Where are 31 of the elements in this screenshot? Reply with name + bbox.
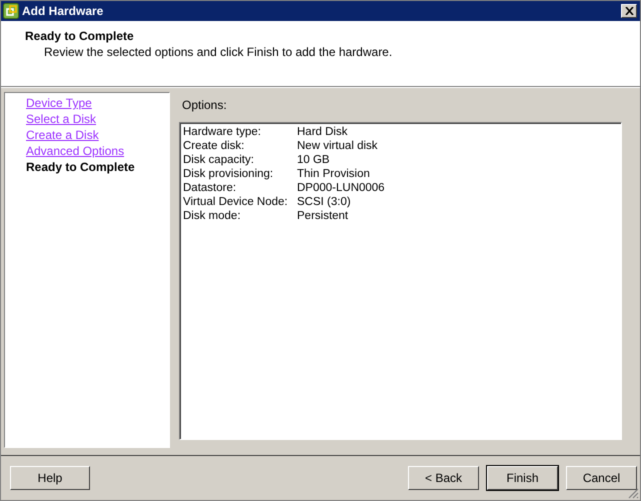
step-link[interactable]: Advanced Options bbox=[26, 143, 169, 159]
page-heading: Ready to Complete bbox=[25, 29, 135, 43]
app-icon bbox=[3, 3, 19, 19]
close-icon bbox=[624, 7, 634, 15]
options-label: Options: bbox=[181, 98, 228, 114]
option-name: Disk provisioning: bbox=[183, 167, 274, 181]
close-button[interactable] bbox=[621, 4, 637, 18]
option-name: Disk capacity: bbox=[183, 153, 255, 167]
option-name: Create disk: bbox=[183, 139, 246, 153]
resize-grip-icon[interactable] bbox=[627, 487, 639, 499]
option-name: Disk mode: bbox=[183, 209, 242, 223]
help-button[interactable]: Help bbox=[10, 466, 90, 490]
option-value: Hard Disk bbox=[297, 125, 348, 139]
option-name: Hardware type: bbox=[183, 125, 262, 139]
option-name: Datastore: bbox=[183, 181, 238, 195]
option-name: Virtual Device Node: bbox=[183, 195, 289, 209]
cancel-button[interactable]: Cancel bbox=[566, 466, 637, 490]
option-value: DP000-LUN0006 bbox=[297, 181, 385, 195]
step-link[interactable]: Create a Disk bbox=[26, 127, 169, 143]
option-value: Persistent bbox=[297, 209, 348, 223]
step-link[interactable]: Device Type bbox=[26, 95, 169, 111]
finish-button[interactable]: Finish bbox=[487, 466, 558, 490]
option-value: 10 GB bbox=[297, 153, 330, 167]
step-link[interactable]: Select a Disk bbox=[26, 111, 169, 127]
back-button[interactable]: < Back bbox=[408, 466, 479, 490]
current-step[interactable]: Ready to Complete bbox=[26, 159, 169, 175]
option-value: Thin Provision bbox=[297, 167, 370, 181]
page-description: Review the selected options and click Finish to add the hardware. bbox=[44, 45, 394, 59]
option-value: New virtual disk bbox=[297, 139, 378, 153]
option-value: SCSI (3:0) bbox=[297, 195, 351, 209]
window-title: Add Hardware bbox=[22, 4, 104, 18]
